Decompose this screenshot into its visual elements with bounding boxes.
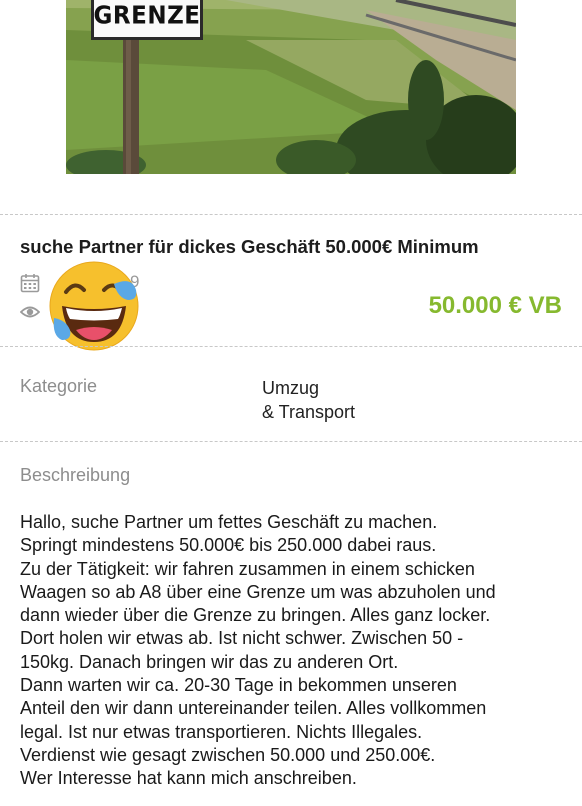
kategorie-value-line1: Umzug: [262, 378, 320, 398]
divider: [0, 214, 582, 215]
description-line: Wer Interesse hat kann mich anschreiben.: [20, 768, 357, 789]
description-text: Hallo, suche Partner um fettes Geschäft …: [20, 511, 568, 791]
eye-icon: [20, 306, 40, 318]
listing-photo[interactable]: GRENZE: [66, 0, 516, 174]
description-line: Dort holen wir etwas ab. Ist nicht schwe…: [20, 628, 464, 649]
description-line: Verdienst wie gesagt zwischen 50.000 und…: [20, 744, 436, 765]
kategorie-label: Kategorie: [20, 376, 98, 396]
description-line: Dann warten wir ca. 20-30 Tage in bekomm…: [20, 675, 457, 696]
description-line: 150kg. Danach bringen wir das zu anderen…: [20, 651, 399, 672]
description-line: Springt mindestens 50.000€ bis 250.000 d…: [20, 535, 437, 556]
description-line: legal. Ist nur etwas transportieren. Nic…: [20, 721, 423, 742]
beschreibung-label: Beschreibung: [20, 465, 131, 485]
listing-title: suche Partner für dickes Geschäft 50.000…: [20, 236, 479, 257]
calendar-icon: [20, 274, 40, 293]
description-line: Waagen so ab A8 über eine Grenze um was …: [20, 581, 496, 602]
description-line: Hallo, suche Partner um fettes Geschäft …: [20, 512, 438, 532]
description-line: dann wieder über die Grenze zu bringen. …: [20, 605, 491, 626]
sign-text: GRENZE: [93, 1, 201, 30]
description-line: Anteil den wir dann untereinander teilen…: [20, 698, 487, 719]
kategorie-value[interactable]: Umzug & Transport: [262, 376, 462, 424]
laughing-tears-emoji: [49, 261, 139, 351]
price: 50.000 € VB: [428, 292, 562, 319]
divider: [0, 346, 582, 347]
description-line: Zu der Tätigkeit: wir fahren zusammen in…: [20, 558, 475, 579]
kategorie-value-line2: & Transport: [262, 402, 356, 422]
grenze-sign: GRENZE: [91, 0, 203, 40]
divider: [0, 441, 582, 442]
